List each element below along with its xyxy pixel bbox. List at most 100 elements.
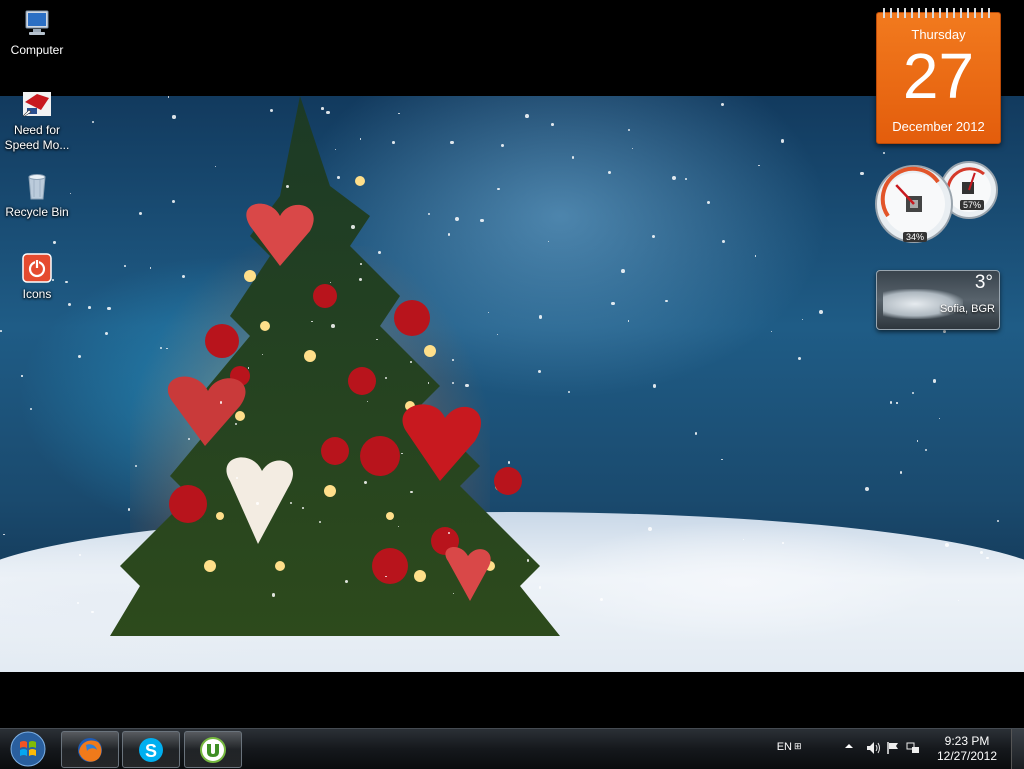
snowflake [706, 200, 711, 205]
nfs-game-icon [21, 88, 53, 120]
snowflake [818, 310, 823, 315]
snowflake [487, 311, 489, 313]
snowflake [30, 408, 32, 411]
snowflake [672, 176, 676, 181]
snowflake [214, 165, 216, 167]
computer-icon [21, 8, 53, 40]
snowflake [410, 361, 412, 363]
taskbar-skype-button[interactable]: S [122, 731, 180, 768]
snowflake [172, 115, 176, 119]
calendar-gadget[interactable]: Thursday 27 December 2012 [876, 8, 1001, 144]
snowflake [344, 579, 348, 583]
snowflake [336, 175, 340, 179]
calendar-day-number: 27 [902, 40, 975, 112]
weather-temperature: 3° [974, 272, 993, 293]
snowflake [359, 138, 361, 140]
snowflake [611, 301, 615, 306]
skype-icon: S [139, 737, 163, 762]
snowflake [497, 187, 500, 191]
snowflake [916, 440, 919, 442]
memory-percent: 57% [960, 200, 985, 210]
snowflake [391, 141, 395, 145]
snowflake [78, 355, 82, 359]
snowflake [653, 384, 657, 388]
snowflake [318, 520, 321, 524]
language-indicator[interactable]: EN [777, 741, 792, 753]
snowflake [943, 329, 947, 334]
network-icon[interactable] [906, 741, 920, 755]
snowflake [326, 111, 330, 115]
snowflake [665, 299, 669, 303]
snowflake [754, 254, 757, 257]
snowflake [524, 114, 529, 119]
snowflake [234, 422, 237, 425]
snowflake [721, 458, 723, 461]
weather-gadget[interactable]: 3° Sofia, BGR [876, 270, 1000, 330]
snowflake [798, 357, 802, 361]
snowflake [781, 542, 784, 545]
snowflake [865, 486, 870, 491]
taskbar-utorrent-button[interactable] [184, 731, 242, 768]
snowflake [351, 224, 356, 229]
snowflake [301, 507, 304, 509]
snowflake [721, 102, 725, 107]
snowflake [860, 171, 864, 176]
snowflake [526, 559, 530, 562]
snowflake [53, 241, 56, 244]
snowflake [454, 216, 459, 221]
snowflake [187, 437, 190, 441]
snowflake [607, 170, 612, 175]
show-hidden-icons-icon[interactable] [844, 741, 858, 755]
snowflake [366, 400, 368, 402]
utorrent-icon [200, 736, 226, 763]
snowflake [900, 471, 903, 474]
desktop-wallpaper [0, 96, 1024, 672]
cpu-meter-gadget[interactable]: 34% 57% [874, 160, 1000, 252]
snowflake [567, 390, 570, 393]
snowflake [631, 147, 633, 149]
snowflake [889, 401, 893, 404]
desktop-icon-computer[interactable]: Computer [1, 8, 73, 58]
christmas-tree [110, 96, 560, 636]
desktop-icon-need-for-speed[interactable]: Need for Speed Mo... [1, 88, 73, 153]
clock-time: 9:23 PM [944, 734, 990, 748]
desktop-icon-icons[interactable]: Icons [1, 252, 73, 302]
keyboard-layout-icon[interactable]: ⊞ [794, 741, 808, 755]
snowflake [896, 402, 898, 404]
svg-text:S: S [145, 741, 157, 761]
snowflake [627, 320, 630, 323]
snowflake [996, 519, 999, 522]
snowflake [721, 239, 726, 244]
desktop-icon-label: Recycle Bin [5, 205, 69, 219]
snowflake [980, 550, 984, 554]
snowflake [427, 382, 430, 384]
taskbar-clock[interactable]: 9:23 PM 12/27/2012 [932, 734, 1002, 764]
snowflake [384, 376, 388, 380]
calendar-rings [883, 8, 994, 18]
desktop-icon-recycle-bin[interactable]: Recycle Bin [1, 170, 73, 220]
snowflake [627, 128, 630, 131]
snowflake [256, 502, 259, 505]
volume-icon[interactable] [866, 741, 880, 755]
show-desktop-button[interactable] [1011, 729, 1024, 769]
snowflake [385, 575, 387, 578]
action-center-flag-icon[interactable] [886, 741, 900, 755]
windows-logo-icon [10, 731, 46, 767]
snowflake [3, 533, 5, 536]
power-icon [21, 252, 53, 284]
clock-date: 12/27/2012 [936, 749, 998, 763]
firefox-icon [78, 737, 102, 762]
taskbar-firefox-button[interactable] [61, 731, 119, 768]
snowflake [0, 330, 2, 333]
desktop-icon-label: Computer [10, 43, 64, 57]
weather-location: Sofia, BGR [939, 303, 995, 315]
start-button[interactable] [4, 731, 52, 767]
snowflake [600, 597, 604, 601]
snowflake [452, 359, 454, 362]
snowflake [507, 461, 510, 464]
desktop-icon-label: Need for Speed Mo... [4, 123, 70, 152]
snowflake [547, 241, 549, 243]
snowflake [694, 432, 697, 435]
snowflake [924, 448, 928, 451]
snowflake [359, 262, 362, 265]
